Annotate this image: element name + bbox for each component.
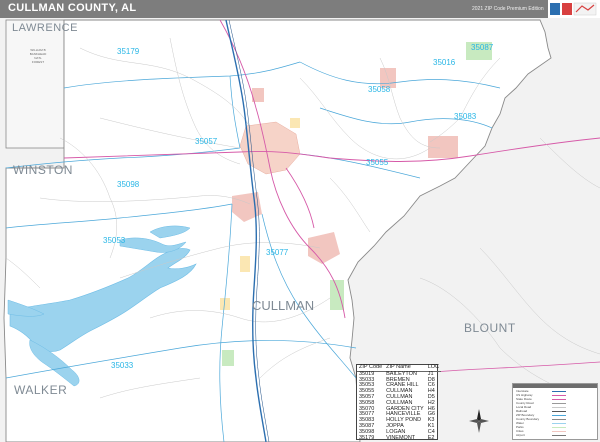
edition-label: 2021 ZIP Code Premium Edition	[472, 6, 544, 12]
legend-swatch	[552, 423, 566, 424]
legend-row: Airport	[516, 433, 594, 437]
county-label-walker: WALKER	[14, 383, 68, 397]
logo-block-grey	[573, 2, 597, 16]
legend-row: County Boundary	[516, 417, 594, 421]
legend-swatch	[552, 403, 566, 404]
legend-swatch	[552, 399, 566, 400]
compass-north	[477, 409, 481, 421]
zip-label-35083: 35083	[454, 112, 477, 121]
county-label-blount: BLOUNT	[464, 321, 516, 335]
park-south	[330, 280, 344, 310]
compass-east	[479, 419, 489, 423]
legend-swatch	[552, 431, 566, 432]
zip-label-35016: 35016	[433, 58, 456, 67]
legend-swatch	[552, 427, 566, 428]
lawrence-area	[5, 19, 65, 149]
zip-label-35179: 35179	[117, 47, 140, 56]
zip-table-cell: VINEMONT	[386, 434, 416, 441]
county-label-lawrence: LAWRENCE	[12, 22, 78, 34]
zip-label-35087: 35087	[471, 43, 494, 52]
map-publisher-logo-icon	[548, 0, 600, 18]
zip-table-cell: 35179	[359, 434, 375, 441]
map-graphic	[0, 18, 600, 442]
legend-swatch	[552, 391, 566, 392]
compass-west	[469, 419, 479, 423]
zip-label-35053: 35053	[103, 236, 126, 245]
legend-row: Water	[516, 421, 594, 425]
title-bar: CULLMAN COUNTY, AL 2021 ZIP Code Premium…	[0, 0, 600, 18]
zip-label-35098: 35098	[117, 180, 140, 189]
legend-swatch	[552, 419, 566, 420]
legend-row: Cities	[516, 429, 594, 433]
zip-table-body: 35019 BAILEYTON J1 35033 BREMEN D8 35053 CRANE …	[357, 371, 441, 441]
zip-table: ZIP Code ZIP Name LOC 35019 BAILEYTON J1 35…	[357, 364, 442, 441]
legend-swatch	[552, 411, 566, 412]
legend-swatch	[552, 407, 566, 408]
map-legend: Interstate US Highway State Route County Ro…	[512, 383, 598, 440]
county-label-winston: WINSTON	[13, 163, 73, 177]
zip-code-index-table: ZIP Code ZIP Name LOC 35019 BAILEYTON J1 35…	[356, 364, 442, 441]
city-holly-pond	[428, 136, 458, 158]
zip-label-35058: 35058	[368, 85, 391, 94]
zip-table-row: 35179 VINEMONT E2	[357, 434, 441, 442]
city-fairview	[290, 118, 300, 128]
compass-rose-icon	[469, 409, 489, 433]
legend-row: Parks	[516, 425, 594, 429]
legend-swatch	[552, 435, 566, 436]
park-southwest	[222, 350, 234, 366]
zip-label-35057: 35057	[195, 137, 218, 146]
compass-south	[477, 421, 481, 433]
legend-row: Local Road	[516, 405, 594, 409]
map-canvas: CULLMAN COUNTY, AL 2021 ZIP Code Premium…	[0, 0, 600, 442]
legend-row-label: Airport	[516, 433, 525, 437]
zip-label-35077: 35077	[266, 248, 289, 257]
county-label-cullman: CULLMAN	[252, 298, 315, 313]
legend-swatch	[552, 395, 566, 396]
legend-header	[513, 384, 597, 388]
city-dodge-city	[240, 256, 250, 272]
legend-swatch	[552, 415, 566, 416]
zip-label-35055: 35055	[366, 158, 389, 167]
map-title: CULLMAN COUNTY, AL	[8, 2, 137, 14]
logo-block-red	[562, 3, 572, 15]
logo-graphic	[550, 2, 597, 16]
zip-table-cell: E2	[427, 434, 435, 441]
zip-label-35033: 35033	[111, 361, 134, 370]
forest-label: WILLIAM B BANKHEAD NATL FOREST	[29, 48, 47, 64]
logo-block-blue	[550, 3, 560, 15]
